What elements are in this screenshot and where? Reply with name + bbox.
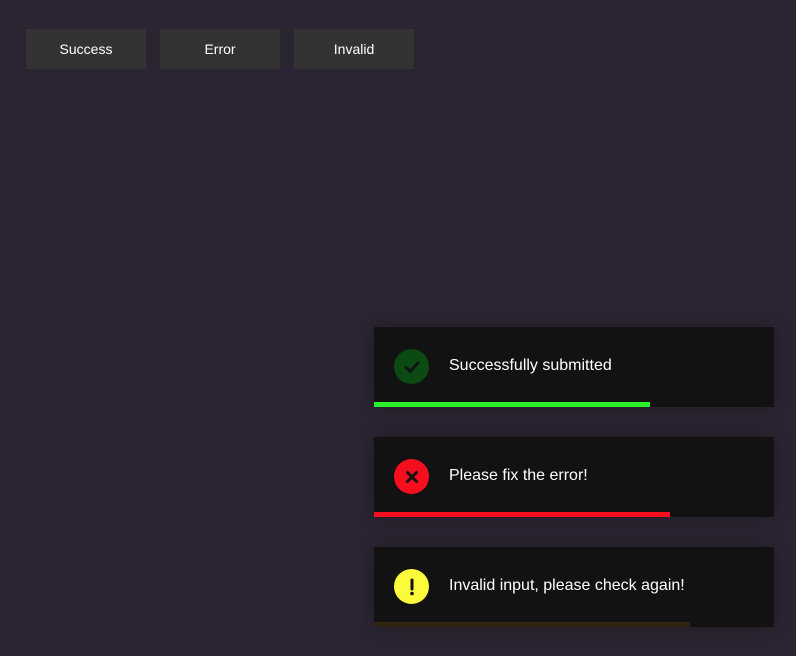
error-button[interactable]: Error bbox=[160, 29, 280, 69]
toast-message: Successfully submitted bbox=[449, 357, 612, 374]
toast-error[interactable]: Please fix the error! bbox=[374, 437, 774, 517]
x-icon bbox=[394, 459, 429, 494]
check-icon bbox=[394, 349, 429, 384]
toast-progress-bar bbox=[374, 512, 670, 517]
toast-success[interactable]: Successfully submitted bbox=[374, 327, 774, 407]
invalid-button[interactable]: Invalid bbox=[294, 29, 414, 69]
toast-progress-bar bbox=[374, 622, 690, 627]
toast-progress-bar bbox=[374, 402, 650, 407]
toast-invalid[interactable]: Invalid input, please check again! bbox=[374, 547, 774, 627]
toast-message: Please fix the error! bbox=[449, 467, 588, 484]
success-button[interactable]: Success bbox=[26, 29, 146, 69]
toast-trigger-buttons: Success Error Invalid bbox=[26, 29, 414, 69]
toast-container: Successfully submitted Please fix the er… bbox=[374, 327, 774, 627]
exclamation-icon bbox=[394, 569, 429, 604]
toast-message: Invalid input, please check again! bbox=[449, 577, 685, 594]
